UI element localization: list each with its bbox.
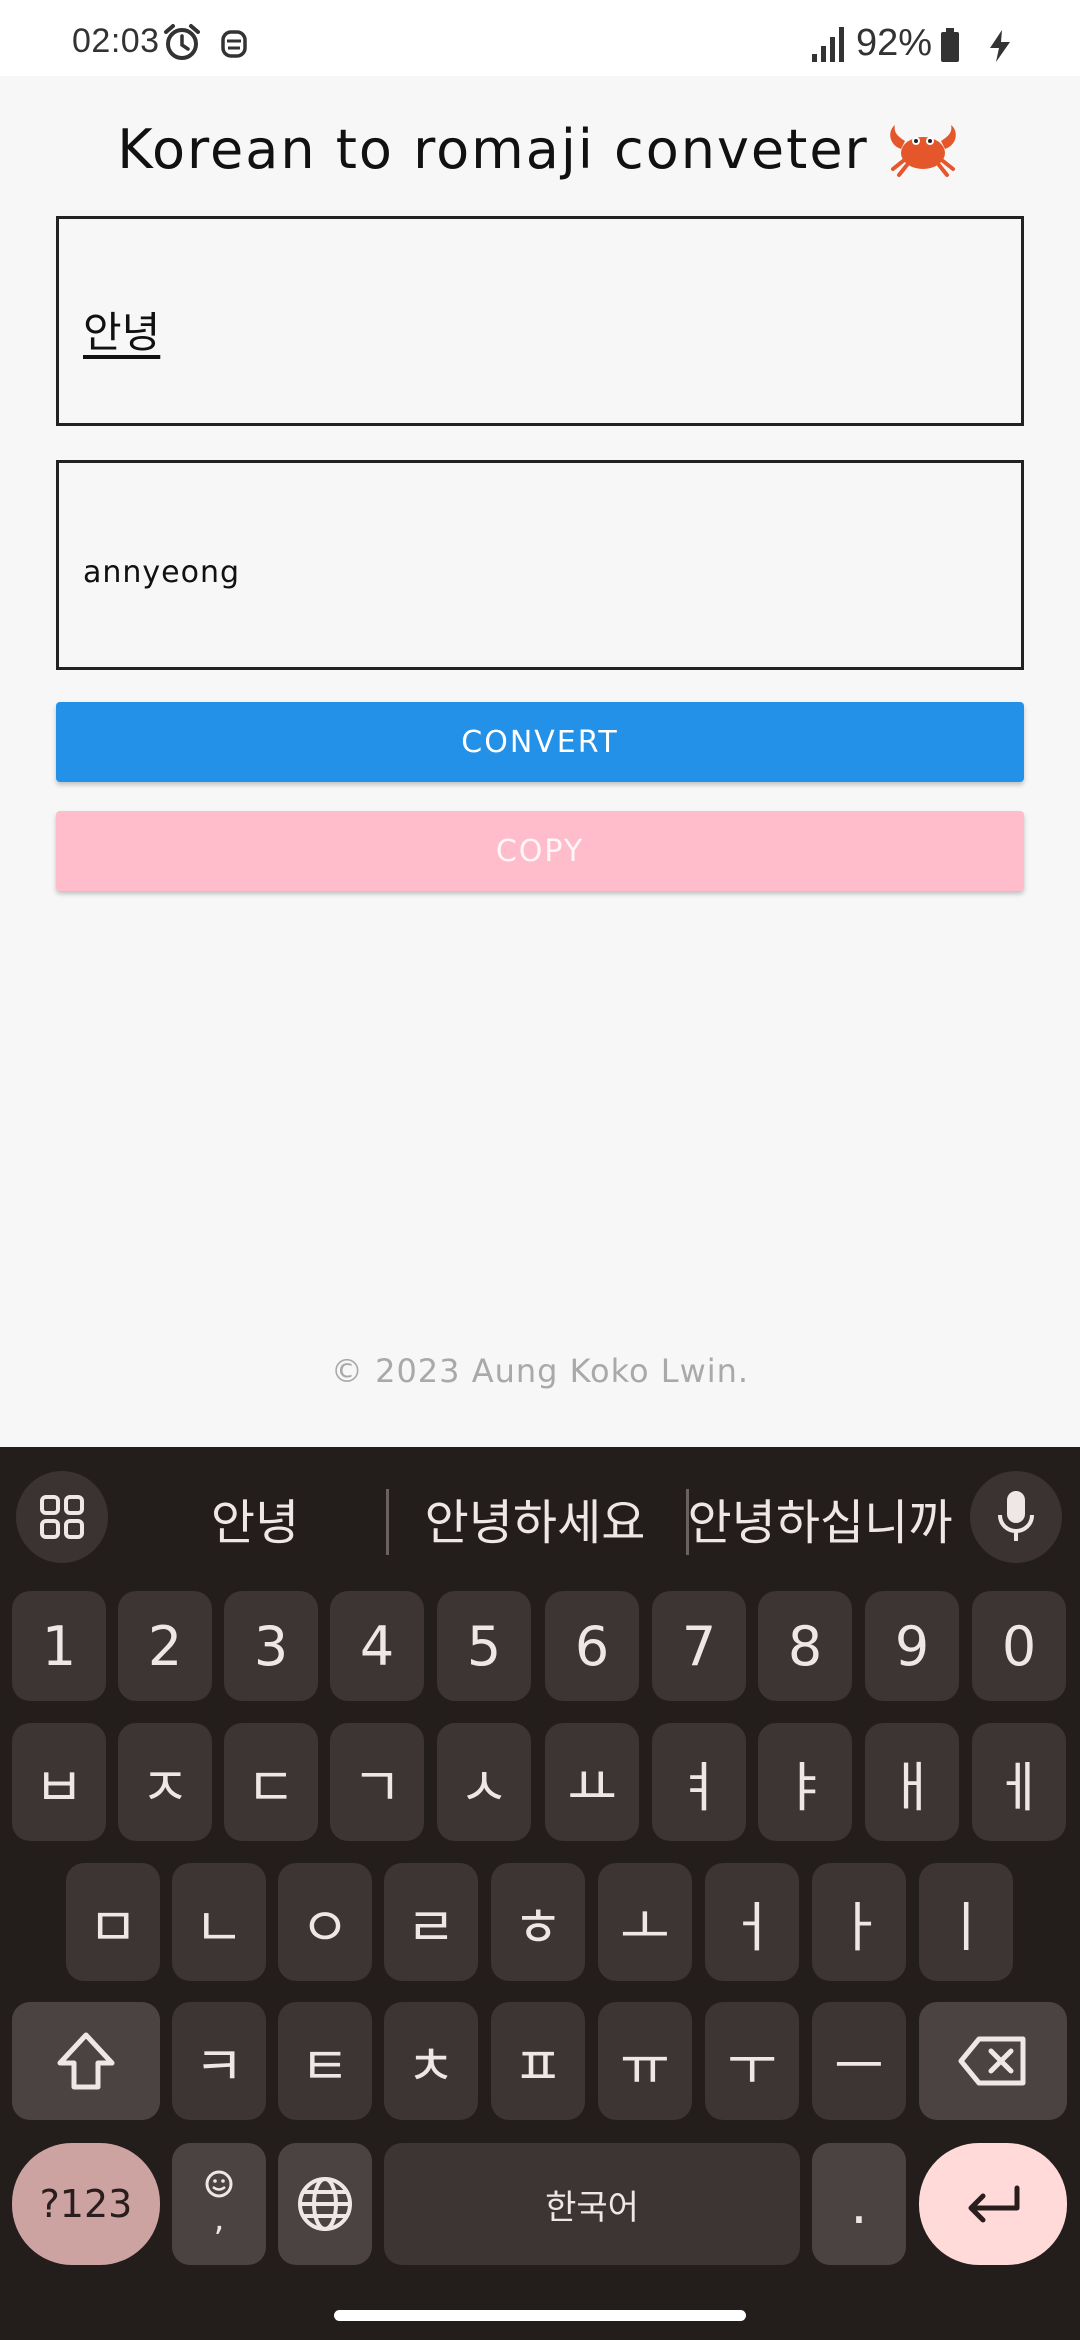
key-ch[interactable]: ㅊ: [384, 2002, 478, 2120]
enter-key[interactable]: [919, 2143, 1067, 2265]
voice-input-button[interactable]: [970, 1471, 1062, 1563]
key-9[interactable]: 9: [865, 1591, 959, 1701]
backspace-key[interactable]: [919, 2002, 1067, 2120]
signal-icon: [812, 27, 844, 62]
key-n[interactable]: ㄴ: [172, 1863, 266, 1981]
suggestion-1[interactable]: 안녕: [110, 1483, 400, 1553]
key-r[interactable]: ㄹ: [384, 1863, 478, 1981]
charging-icon: [990, 30, 1010, 62]
period-key[interactable]: .: [812, 2143, 906, 2265]
key-2[interactable]: 2: [118, 1591, 212, 1701]
symbols-key[interactable]: ?123: [12, 2143, 160, 2265]
enter-arrow-icon: [968, 2185, 1020, 2223]
status-time: 02:03: [72, 22, 160, 60]
key-3[interactable]: 3: [224, 1591, 318, 1701]
key-j[interactable]: ㅈ: [118, 1723, 212, 1841]
key-yo[interactable]: ㅛ: [545, 1723, 639, 1841]
key-h[interactable]: ㅎ: [491, 1863, 585, 1981]
key-g[interactable]: ㄱ: [330, 1723, 424, 1841]
space-key[interactable]: 한국어: [384, 2143, 800, 2265]
key-p[interactable]: ㅍ: [491, 2002, 585, 2120]
key-e[interactable]: ㅔ: [972, 1723, 1066, 1841]
key-u[interactable]: ㅜ: [705, 2002, 799, 2120]
key-yeo[interactable]: ㅕ: [652, 1723, 746, 1841]
key-eo[interactable]: ㅓ: [705, 1863, 799, 1981]
page-title: Korean to romaji conveter: [0, 118, 1080, 185]
globe-icon: [298, 2177, 352, 2231]
key-ya[interactable]: ㅑ: [758, 1723, 852, 1841]
emoji-icon: [205, 2170, 233, 2198]
suggestion-3[interactable]: 안녕하십니까: [680, 1483, 960, 1553]
suggestion-2[interactable]: 안녕하세요: [390, 1483, 680, 1553]
key-b[interactable]: ㅂ: [12, 1723, 106, 1841]
key-8[interactable]: 8: [758, 1591, 852, 1701]
battery-icon: [941, 28, 959, 62]
comma-label: ,: [213, 2199, 225, 2239]
key-7[interactable]: 7: [652, 1591, 746, 1701]
emoji-comma-key[interactable]: ,: [172, 2143, 266, 2265]
copy-button-label: COPY: [495, 833, 585, 869]
notification-app-icon: [221, 30, 247, 58]
key-4[interactable]: 4: [330, 1591, 424, 1701]
battery-percent: 92%: [856, 22, 933, 64]
romaji-output-field[interactable]: annyeong: [56, 460, 1024, 670]
romaji-output-value: annyeong: [83, 555, 241, 590]
key-i[interactable]: ㅣ: [919, 1863, 1013, 1981]
key-a[interactable]: ㅏ: [812, 1863, 906, 1981]
title-text: Korean to romaji conveter: [117, 118, 869, 181]
key-s[interactable]: ㅅ: [437, 1723, 531, 1841]
copyright-footer: © 2023 Aung Koko Lwin.: [330, 1352, 750, 1390]
key-ng[interactable]: ㅇ: [278, 1863, 372, 1981]
convert-button[interactable]: CONVERT: [56, 702, 1024, 782]
key-6[interactable]: 6: [545, 1591, 639, 1701]
shift-arrow-icon: [57, 2032, 115, 2090]
backspace-icon: [958, 2036, 1026, 2086]
convert-button-label: CONVERT: [461, 724, 619, 760]
key-eu[interactable]: ㅡ: [812, 2002, 906, 2120]
korean-input-field[interactable]: 안녕: [56, 216, 1024, 426]
key-5[interactable]: 5: [437, 1591, 531, 1701]
status-bar: 02:03 92%: [0, 0, 1080, 76]
korean-input-value: 안녕: [83, 308, 161, 357]
microphone-icon: [998, 1491, 1034, 1541]
alarm-icon: [164, 24, 200, 60]
copy-button[interactable]: COPY: [56, 811, 1024, 891]
shift-key[interactable]: [12, 2002, 160, 2120]
key-yu[interactable]: ㅠ: [598, 2002, 692, 2120]
key-0[interactable]: 0: [972, 1591, 1066, 1701]
keyboard: 안녕 안녕하세요 안녕하십니까 1 2 3 4 5 6 7 8 9 0 ㅂ ㅈ …: [0, 1447, 1080, 2340]
crab-icon: [889, 125, 956, 178]
grid-icon: [40, 1495, 84, 1539]
key-t[interactable]: ㅌ: [278, 2002, 372, 2120]
language-key[interactable]: [278, 2143, 372, 2265]
key-m[interactable]: ㅁ: [66, 1863, 160, 1981]
keyboard-apps-button[interactable]: [16, 1471, 108, 1563]
suggestion-divider: [386, 1489, 389, 1555]
home-gesture-bar[interactable]: [334, 2310, 746, 2321]
key-o[interactable]: ㅗ: [598, 1863, 692, 1981]
key-ae[interactable]: ㅐ: [865, 1723, 959, 1841]
key-k[interactable]: ㅋ: [172, 2002, 266, 2120]
key-d[interactable]: ㄷ: [224, 1723, 318, 1841]
key-1[interactable]: 1: [12, 1591, 106, 1701]
